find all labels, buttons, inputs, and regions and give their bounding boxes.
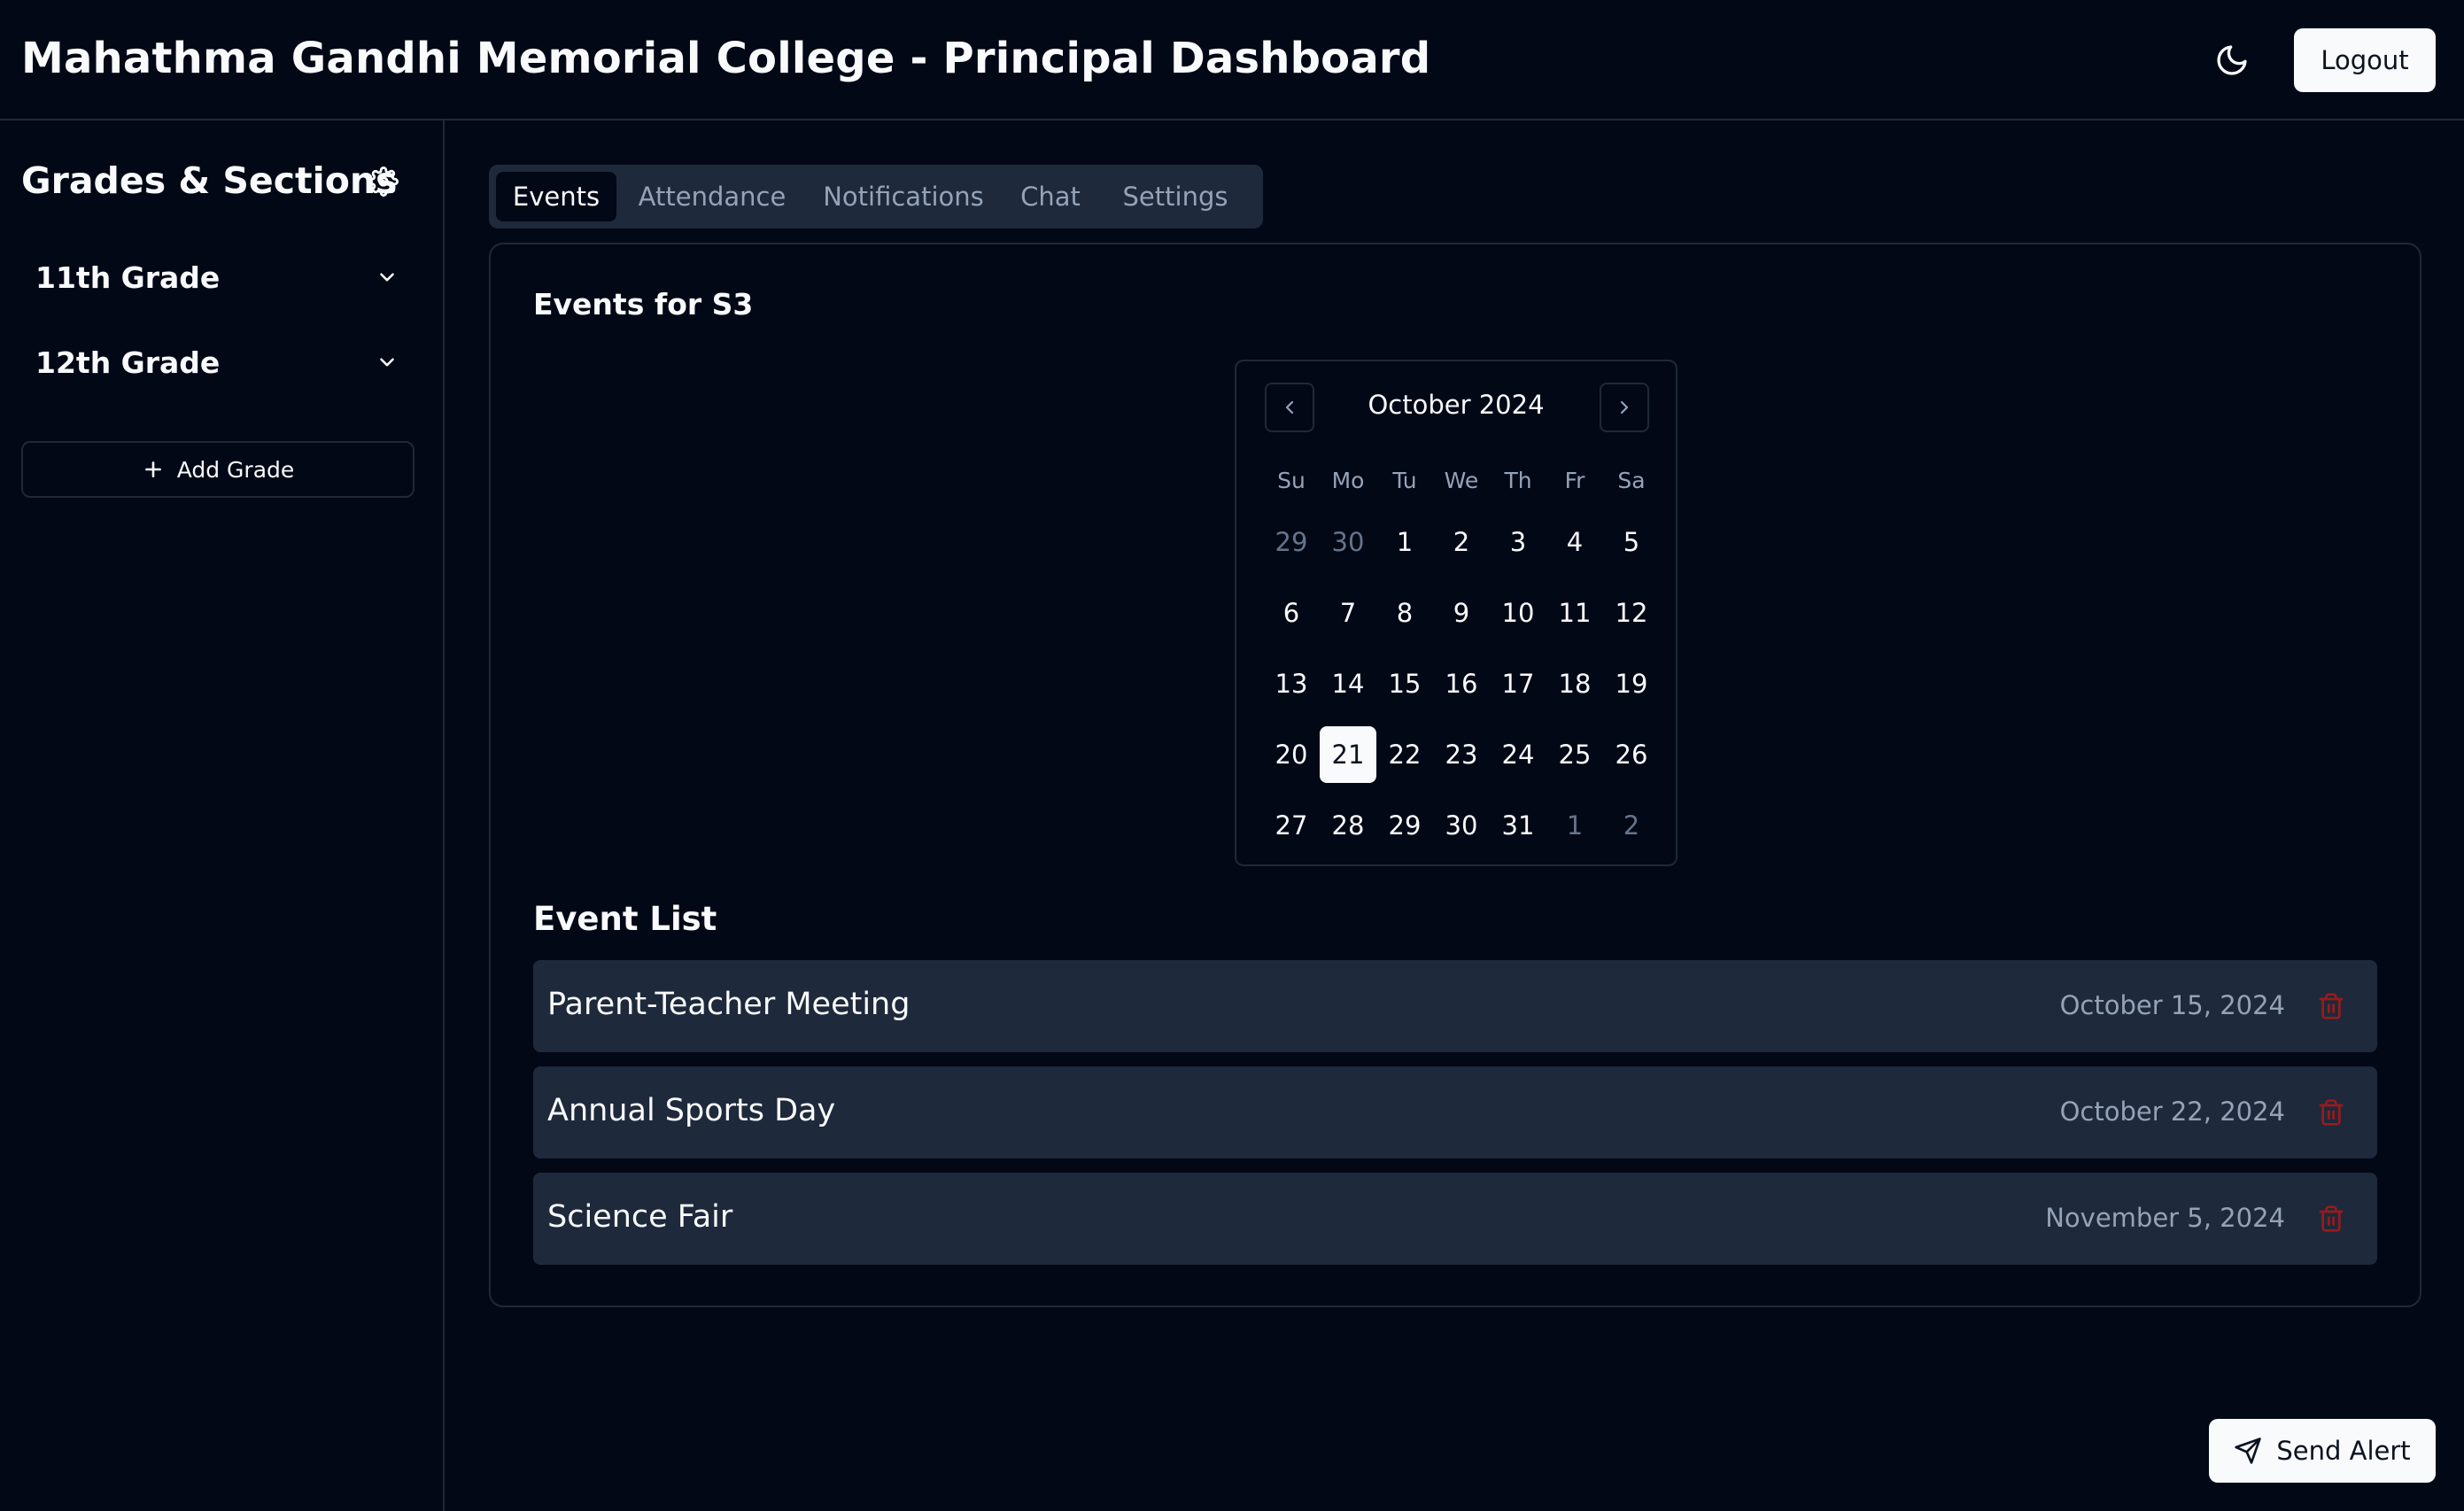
weekday-label: Tu — [1392, 467, 1417, 493]
send-alert-label: Send Alert — [2276, 1436, 2411, 1466]
tab-attendance[interactable]: Attendance — [624, 172, 801, 221]
trash-icon[interactable] — [2317, 1205, 2345, 1233]
calendar-day[interactable]: 17 — [1490, 655, 1546, 712]
calendar-day[interactable]: 1 — [1376, 514, 1433, 570]
weekday-label: Th — [1504, 467, 1532, 493]
gear-icon[interactable] — [368, 167, 399, 197]
calendar-day[interactable]: 20 — [1263, 726, 1320, 783]
calendar-weekday-row: Su Mo Tu We Th Fr Sa — [1263, 453, 1660, 507]
calendar-day[interactable]: 30 — [1320, 514, 1376, 570]
event-date: October 22, 2024 — [2059, 1096, 2285, 1127]
calendar-day[interactable]: 12 — [1603, 585, 1660, 641]
weekday-label: Sa — [1617, 467, 1646, 493]
grade-item-11th[interactable]: 11th Grade — [21, 246, 411, 308]
calendar-day[interactable]: 7 — [1320, 585, 1376, 641]
calendar-day[interactable]: 3 — [1490, 514, 1546, 570]
send-icon — [2235, 1437, 2262, 1464]
chevron-right-icon — [1620, 400, 1629, 415]
plus-icon — [144, 461, 161, 477]
calendar-day[interactable]: 9 — [1433, 585, 1490, 641]
calendar-day[interactable]: 4 — [1546, 514, 1603, 570]
calendar-day[interactable]: 25 — [1546, 726, 1603, 783]
calendar-day[interactable]: 22 — [1376, 726, 1433, 783]
calendar-day[interactable]: 10 — [1490, 585, 1546, 641]
event-name: Science Fair — [547, 1199, 733, 1235]
event-row: Parent-Teacher Meeting October 15, 2024 — [533, 960, 2377, 1052]
calendar-day[interactable]: 13 — [1263, 655, 1320, 712]
calendar-day[interactable]: 29 — [1263, 514, 1320, 570]
calendar-day[interactable]: 18 — [1546, 655, 1603, 712]
calendar-day[interactable]: 11 — [1546, 585, 1603, 641]
event-date: November 5, 2024 — [2045, 1203, 2285, 1233]
trash-icon[interactable] — [2317, 992, 2345, 1020]
calendar-day[interactable]: 5 — [1603, 514, 1660, 570]
calendar: October 2024 Su Mo Tu We Th Fr Sa 29 30 … — [1235, 360, 1678, 866]
trash-icon[interactable] — [2317, 1098, 2345, 1127]
page-title: Mahathma Gandhi Memorial College - Princ… — [21, 34, 1431, 83]
add-grade-button[interactable]: Add Grade — [21, 441, 415, 498]
calendar-day[interactable]: 2 — [1433, 514, 1490, 570]
calendar-week-row: 20 21 22 23 24 25 26 — [1263, 719, 1660, 790]
event-date: October 15, 2024 — [2059, 990, 2285, 1020]
calendar-day[interactable]: 16 — [1433, 655, 1490, 712]
calendar-day[interactable]: 28 — [1320, 797, 1376, 854]
calendar-day[interactable]: 30 — [1433, 797, 1490, 854]
tab-list: Events Attendance Notifications Chat Set… — [489, 165, 1263, 229]
calendar-day[interactable]: 1 — [1546, 797, 1603, 854]
calendar-day-selected[interactable]: 21 — [1320, 726, 1376, 783]
chevron-down-icon — [380, 273, 394, 282]
logout-button[interactable]: Logout — [2294, 28, 2436, 92]
chevron-down-icon — [380, 358, 394, 367]
calendar-grid: Su Mo Tu We Th Fr Sa 29 30 1 2 3 4 5 6 7… — [1263, 453, 1660, 861]
grade-item-12th[interactable]: 12th Grade — [21, 331, 411, 393]
calendar-day[interactable]: 26 — [1603, 726, 1660, 783]
events-card: Events for S3 October 2024 Su Mo Tu We T… — [489, 243, 2421, 1307]
event-list-title: Event List — [533, 900, 717, 938]
event-row: Science Fair November 5, 2024 — [533, 1173, 2377, 1265]
calendar-day[interactable]: 8 — [1376, 585, 1433, 641]
moon-icon — [2217, 45, 2247, 75]
top-header: Mahathma Gandhi Memorial College - Princ… — [0, 0, 2464, 120]
calendar-week-row: 27 28 29 30 31 1 2 — [1263, 790, 1660, 861]
sidebar: Grades & Sections 11th Grade 12th Grade … — [0, 120, 445, 1511]
weekday-label: We — [1444, 467, 1479, 493]
calendar-day[interactable]: 14 — [1320, 655, 1376, 712]
sidebar-title: Grades & Sections — [21, 159, 398, 202]
tab-events[interactable]: Events — [496, 172, 616, 221]
calendar-day[interactable]: 31 — [1490, 797, 1546, 854]
calendar-day[interactable]: 24 — [1490, 726, 1546, 783]
grade-label: 11th Grade — [35, 260, 221, 295]
theme-toggle-button[interactable] — [2211, 39, 2253, 81]
calendar-week-row: 13 14 15 16 17 18 19 — [1263, 648, 1660, 719]
grade-label: 12th Grade — [35, 345, 221, 380]
send-alert-button[interactable]: Send Alert — [2209, 1419, 2436, 1483]
tab-settings[interactable]: Settings — [1100, 172, 1251, 221]
calendar-week-row: 29 30 1 2 3 4 5 — [1263, 507, 1660, 577]
calendar-day[interactable]: 15 — [1376, 655, 1433, 712]
weekday-label: Mo — [1331, 467, 1365, 493]
event-name: Annual Sports Day — [547, 1093, 836, 1128]
next-month-button[interactable] — [1600, 383, 1649, 432]
calendar-day[interactable]: 27 — [1263, 797, 1320, 854]
weekday-label: Fr — [1564, 467, 1585, 493]
calendar-week-row: 6 7 8 9 10 11 12 — [1263, 577, 1660, 648]
tab-chat[interactable]: Chat — [1006, 172, 1095, 221]
events-card-title: Events for S3 — [533, 287, 754, 322]
calendar-day[interactable]: 2 — [1603, 797, 1660, 854]
weekday-label: Su — [1277, 467, 1306, 493]
calendar-day[interactable]: 23 — [1433, 726, 1490, 783]
calendar-day[interactable]: 19 — [1603, 655, 1660, 712]
calendar-day[interactable]: 29 — [1376, 797, 1433, 854]
event-row: Annual Sports Day October 22, 2024 — [533, 1066, 2377, 1158]
add-grade-label: Add Grade — [176, 456, 295, 483]
event-name: Parent-Teacher Meeting — [547, 987, 910, 1022]
calendar-day[interactable]: 6 — [1263, 585, 1320, 641]
tab-notifications[interactable]: Notifications — [806, 172, 1001, 221]
